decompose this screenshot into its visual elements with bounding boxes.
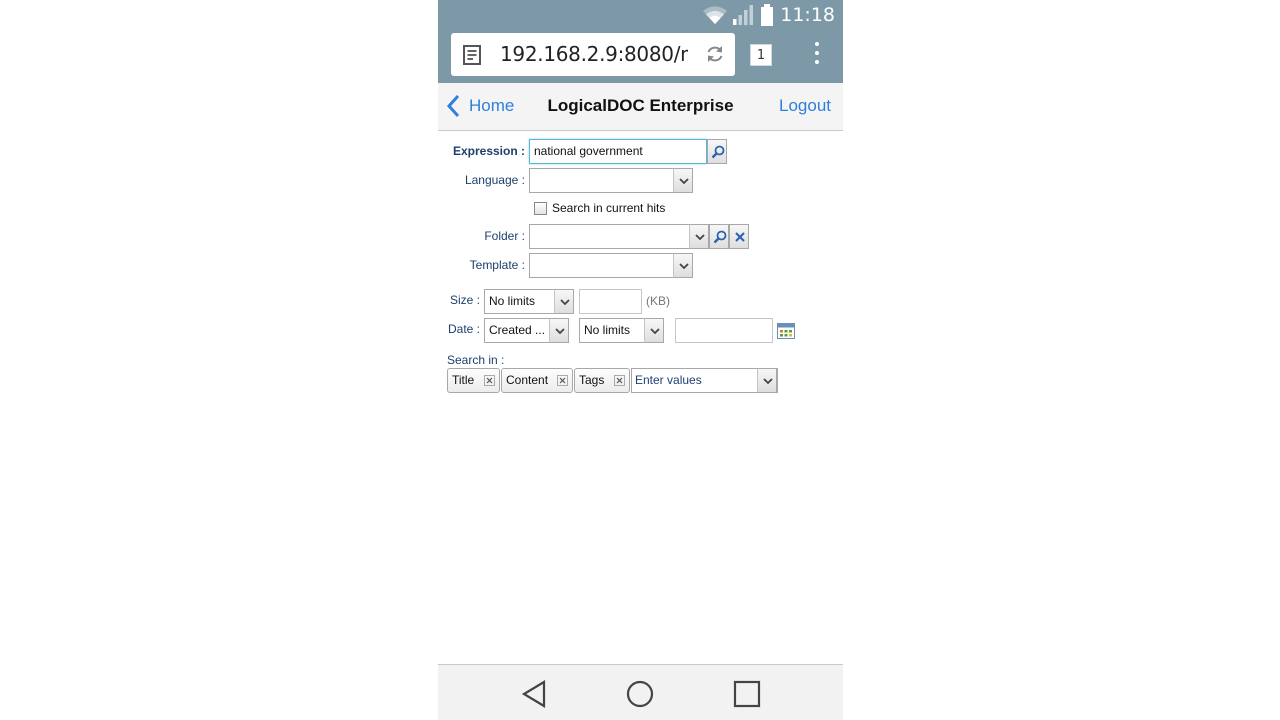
tab-switcher-button[interactable]: 1: [750, 44, 772, 66]
date-type-select[interactable]: Created ...: [484, 318, 550, 343]
folder-search-button[interactable]: [709, 224, 729, 249]
language-select[interactable]: [529, 168, 674, 193]
logout-button[interactable]: Logout: [779, 96, 831, 116]
reload-icon[interactable]: [705, 44, 725, 64]
calendar-icon[interactable]: [777, 323, 795, 339]
template-select[interactable]: [529, 253, 674, 278]
android-nav-bar: [438, 664, 843, 720]
clear-icon: [735, 232, 745, 242]
folder-input[interactable]: [529, 224, 690, 249]
date-limit-select[interactable]: No limits: [579, 318, 645, 343]
template-dropdown-arrow[interactable]: [673, 253, 693, 278]
expression-search-button[interactable]: [707, 139, 727, 164]
tag-label: Content: [506, 373, 549, 387]
chevron-down-icon: [763, 378, 773, 385]
folder-clear-button[interactable]: [729, 224, 749, 249]
chevron-down-icon: [650, 328, 660, 335]
chevron-down-icon: [555, 328, 565, 335]
size-unit-label: (KB): [646, 294, 670, 308]
date-type-dropdown-arrow[interactable]: [549, 318, 569, 343]
search-in-tag-tags[interactable]: Tags: [574, 368, 630, 393]
remove-tag-icon[interactable]: [557, 375, 568, 386]
language-label: Language :: [464, 173, 525, 187]
home-circle-icon[interactable]: [626, 680, 654, 708]
chevron-down-icon: [560, 299, 570, 306]
size-label: Size :: [449, 293, 480, 307]
tag-label: Tags: [579, 373, 605, 387]
date-limit-dropdown-arrow[interactable]: [644, 318, 664, 343]
signal-icon: [733, 5, 754, 25]
chevron-down-icon: [679, 263, 689, 270]
search-icon: [711, 145, 725, 159]
page-icon: [463, 45, 481, 65]
menu-icon[interactable]: [813, 42, 821, 68]
phone-screen: 11:18 192.168.2.9:8080/mobile 1: [438, 0, 843, 720]
remove-tag-icon[interactable]: [484, 375, 495, 386]
language-dropdown-arrow[interactable]: [673, 168, 693, 193]
url-text[interactable]: 192.168.2.9:8080/mobile: [500, 42, 688, 66]
search-in-values-input[interactable]: Enter values: [631, 368, 778, 393]
search-in-tag-title[interactable]: Title: [447, 368, 500, 393]
search-icon: [713, 230, 727, 244]
status-bar: 11:18: [702, 3, 835, 27]
browser-chrome: 11:18 192.168.2.9:8080/mobile 1: [438, 0, 843, 83]
back-triangle-icon[interactable]: [521, 680, 547, 708]
chevron-down-icon: [679, 178, 689, 185]
date-input[interactable]: [675, 318, 773, 343]
folder-dropdown-arrow[interactable]: [689, 224, 709, 249]
search-current-hits-checkbox[interactable]: [534, 202, 547, 215]
recents-square-icon[interactable]: [733, 680, 761, 708]
size-select[interactable]: No limits: [484, 289, 555, 314]
search-current-hits-label: Search in current hits: [552, 201, 666, 215]
expression-input[interactable]: national government: [529, 139, 707, 164]
date-label: Date :: [447, 322, 480, 336]
chevron-down-icon: [695, 234, 705, 241]
wifi-icon: [703, 6, 728, 24]
battery-icon: [761, 4, 774, 26]
template-label: Template :: [469, 258, 525, 272]
expression-label: Expression :: [452, 144, 525, 158]
size-dropdown-arrow[interactable]: [554, 289, 574, 314]
remove-tag-icon[interactable]: [614, 375, 625, 386]
status-clock: 11:18: [780, 4, 835, 26]
search-in-label: Search in :: [447, 353, 505, 367]
folder-label: Folder :: [484, 229, 525, 243]
app-header: Home LogicalDOC Enterprise Logout: [438, 83, 843, 131]
tag-label: Title: [452, 373, 475, 387]
search-in-tag-content[interactable]: Content: [501, 368, 573, 393]
url-bar[interactable]: 192.168.2.9:8080/mobile: [451, 33, 735, 76]
search-in-dropdown-arrow[interactable]: [757, 368, 777, 393]
size-value-input[interactable]: [579, 289, 642, 314]
